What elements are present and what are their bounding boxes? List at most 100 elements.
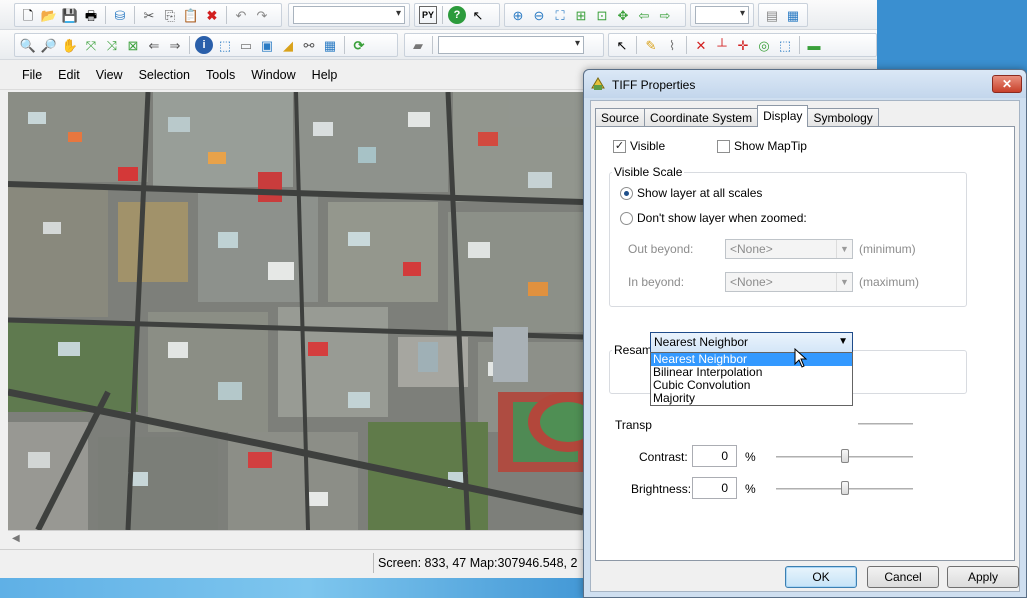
paste-icon[interactable]: 📋 bbox=[182, 6, 200, 24]
menu-selection[interactable]: Selection bbox=[131, 68, 198, 82]
out-beyond-label: Out beyond: bbox=[628, 242, 694, 256]
tools-toolbar-group: 🔍 🔎 ✋ ⤧ ⤨ ⊠ ⇐ ⇒ i ⬚ ▭ ▣ ◢ ⚯ ▦ ⟳ bbox=[14, 33, 398, 57]
tab-coordinate-system[interactable]: Coordinate System bbox=[644, 108, 759, 127]
select-features-icon[interactable]: ⬚ bbox=[216, 36, 234, 54]
menu-tools[interactable]: Tools bbox=[198, 68, 243, 82]
brightness-input[interactable]: 0 bbox=[692, 477, 737, 499]
tiff-properties-dialog: TIFF Properties ✕ Source Coordinate Syst… bbox=[583, 69, 1027, 598]
undo-icon[interactable]: ↶ bbox=[232, 6, 250, 24]
visible-checkbox-row[interactable]: ✓ Visible bbox=[613, 139, 665, 153]
vertex-icon[interactable]: ┴ bbox=[713, 36, 731, 54]
forward-icon[interactable]: ⇒ bbox=[166, 36, 184, 54]
in-beyond-combo[interactable]: <None> ▼ bbox=[725, 272, 853, 292]
menu-window[interactable]: Window bbox=[243, 68, 303, 82]
full-extent-icon[interactable]: ⤧ bbox=[82, 36, 100, 54]
trace-icon[interactable]: ⌇ bbox=[663, 36, 681, 54]
sketch-pencil-icon[interactable]: ✎ bbox=[642, 36, 660, 54]
polygon-tool-icon[interactable]: ▬ bbox=[805, 36, 823, 54]
cancel-button[interactable]: Cancel bbox=[867, 566, 939, 588]
help-icon[interactable]: ? bbox=[448, 6, 466, 24]
apply-button[interactable]: Apply bbox=[947, 566, 1019, 588]
zoom-in-fixed-icon[interactable]: ⊕ bbox=[509, 6, 527, 24]
ok-button[interactable]: OK bbox=[785, 566, 857, 588]
add-layer-icon[interactable]: ⛁ bbox=[111, 6, 129, 24]
menu-help[interactable]: Help bbox=[304, 68, 346, 82]
visible-label: Visible bbox=[630, 139, 666, 153]
all-scales-label: Show layer at all scales bbox=[637, 186, 763, 200]
menu-file[interactable]: File bbox=[14, 68, 50, 82]
back-icon[interactable]: ⇐ bbox=[145, 36, 163, 54]
python-icon[interactable]: PY bbox=[419, 6, 437, 24]
resample-option[interactable]: Majority bbox=[651, 392, 852, 405]
menu-view[interactable]: View bbox=[88, 68, 131, 82]
attribute-table-icon[interactable]: ▦ bbox=[321, 36, 339, 54]
save-icon[interactable]: 💾 bbox=[61, 6, 79, 24]
measure-icon[interactable]: ◢ bbox=[279, 36, 297, 54]
brightness-slider-thumb[interactable] bbox=[840, 481, 849, 495]
close-icon[interactable]: ✕ bbox=[992, 75, 1022, 93]
aerial-imagery bbox=[8, 92, 583, 530]
redo-icon[interactable]: ↷ bbox=[253, 6, 271, 24]
clear-selection-icon[interactable]: ▭ bbox=[237, 36, 255, 54]
menu-edit[interactable]: Edit bbox=[50, 68, 88, 82]
out-beyond-combo[interactable]: <None> ▼ bbox=[725, 239, 853, 259]
fixed-zoom-icon[interactable]: ⤨ bbox=[103, 36, 121, 54]
contrast-slider-thumb[interactable] bbox=[840, 449, 849, 463]
identify-icon[interactable]: i bbox=[195, 36, 213, 54]
next-extent-icon[interactable]: ⇨ bbox=[656, 6, 674, 24]
when-zoomed-radio-row[interactable]: Don't show layer when zoomed: bbox=[620, 211, 807, 225]
zoom-out-icon[interactable]: 🔎 bbox=[40, 36, 58, 54]
rectangle-tool-icon[interactable]: ⬚ bbox=[776, 36, 794, 54]
contrast-input[interactable]: 0 bbox=[692, 445, 737, 467]
table-icon[interactable]: ▤ bbox=[763, 6, 781, 24]
zoom-in-icon[interactable]: 🔍 bbox=[19, 36, 37, 54]
move-vertex-icon[interactable]: ✛ bbox=[734, 36, 752, 54]
python-help-group: PY ? ↖ bbox=[414, 3, 500, 27]
whats-this-icon[interactable]: ↖ bbox=[469, 6, 487, 24]
tab-symbology[interactable]: Symbology bbox=[807, 108, 879, 127]
tab-source[interactable]: Source bbox=[595, 108, 646, 127]
copy-icon[interactable]: ⎘ bbox=[161, 6, 179, 24]
chevron-down-icon: ▼ bbox=[836, 273, 852, 291]
map-canvas[interactable] bbox=[8, 92, 583, 530]
hyperlink-icon[interactable]: ⚯ bbox=[300, 36, 318, 54]
zoom-scale-combo[interactable] bbox=[695, 6, 749, 24]
tab-display[interactable]: Display bbox=[757, 105, 809, 127]
resample-method-combo[interactable]: Nearest Neighbor ▼ bbox=[650, 332, 853, 353]
scroll-left-icon[interactable]: ◀ bbox=[12, 533, 20, 544]
visible-scale-group-label: Visible Scale bbox=[612, 165, 685, 179]
refresh-icon[interactable]: ⟳ bbox=[350, 36, 368, 54]
zoom-out-fixed-icon[interactable]: ⊖ bbox=[530, 6, 548, 24]
zoom-layer-icon[interactable]: ⛶ bbox=[551, 6, 569, 24]
new-icon[interactable]: 🗋 bbox=[19, 6, 37, 24]
map-horizontal-scrollbar[interactable]: ◀ bbox=[8, 530, 583, 547]
map-scale-combo[interactable] bbox=[293, 6, 405, 24]
visible-checkbox[interactable]: ✓ bbox=[613, 139, 626, 153]
zoom-to-layer-icon[interactable]: ⊠ bbox=[124, 36, 142, 54]
editor-icon[interactable]: ▰ bbox=[409, 36, 427, 54]
cross-icon[interactable]: ✕ bbox=[692, 36, 710, 54]
cut-icon[interactable]: ✂ bbox=[140, 6, 158, 24]
catalog-icon[interactable]: ▦ bbox=[784, 6, 802, 24]
previous-extent-icon[interactable]: ⇦ bbox=[635, 6, 653, 24]
print-icon[interactable]: 🖶 bbox=[82, 6, 100, 24]
fit-extent-icon[interactable]: ⊡ bbox=[593, 6, 611, 24]
transparency-slider-track[interactable] bbox=[858, 423, 913, 425]
circle-tool-icon[interactable]: ◎ bbox=[755, 36, 773, 54]
layout-group: ▤ ▦ bbox=[758, 3, 808, 27]
target-layer-combo[interactable] bbox=[438, 36, 584, 54]
show-maptip-checkbox[interactable] bbox=[717, 139, 730, 153]
when-zoomed-radio[interactable] bbox=[620, 211, 633, 225]
show-maptip-checkbox-row[interactable]: Show MapTip bbox=[717, 139, 807, 153]
pan-icon[interactable]: ✋ bbox=[61, 36, 79, 54]
dialog-title-bar[interactable]: TIFF Properties ✕ bbox=[584, 70, 1026, 98]
edit-tool-icon[interactable]: ↖ bbox=[613, 36, 631, 54]
pan-extent-icon[interactable]: ✥ bbox=[614, 6, 632, 24]
full-extent-icon[interactable]: ⊞ bbox=[572, 6, 590, 24]
delete-icon[interactable]: ✖ bbox=[203, 6, 221, 24]
open-icon[interactable]: 📂 bbox=[40, 6, 58, 24]
all-scales-radio[interactable] bbox=[620, 186, 633, 200]
all-scales-radio-row[interactable]: Show layer at all scales bbox=[620, 186, 762, 200]
toolbar-separator bbox=[344, 36, 345, 54]
select-elements-icon[interactable]: ▣ bbox=[258, 36, 276, 54]
